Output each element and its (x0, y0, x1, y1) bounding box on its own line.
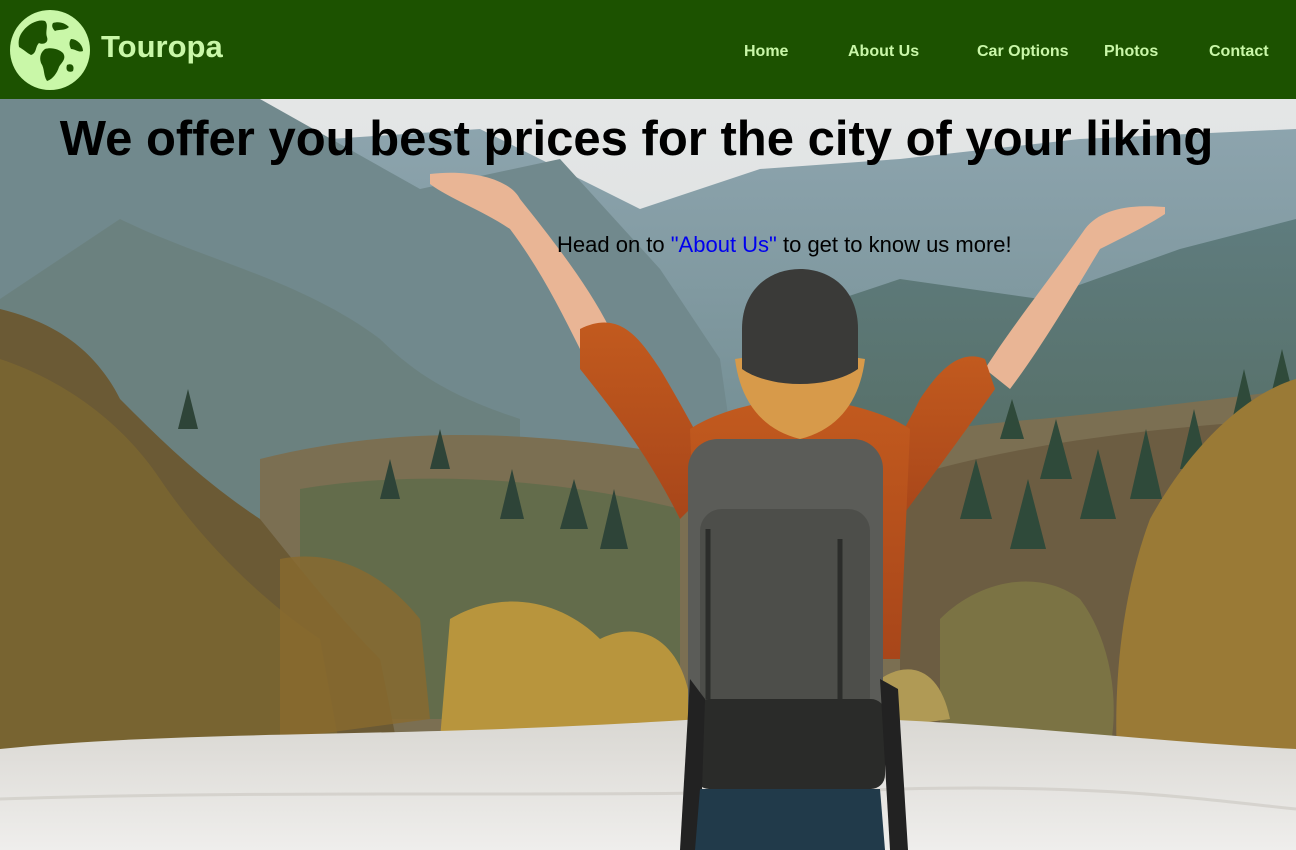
hero-background-image (0, 99, 1296, 850)
hero-subline-before: Head on to (557, 232, 671, 257)
navbar: Touropa Home About Us Car Options Photos… (0, 0, 1296, 99)
hero-subline-after: to get to know us more! (776, 232, 1012, 257)
hero-section: We offer you best prices for the city of… (0, 99, 1296, 850)
brand-name: Touropa (101, 29, 223, 64)
hero-subline: Head on to "About Us" to get to know us … (557, 231, 1012, 259)
nav-contact-link[interactable]: Contact (1209, 42, 1269, 62)
globe-icon[interactable] (9, 9, 91, 91)
nav-car-options-link[interactable]: Car Options (977, 42, 1069, 62)
hero-headline: We offer you best prices for the city of… (59, 112, 1214, 166)
about-us-inline-link[interactable]: "About Us" (671, 232, 777, 257)
nav-about-link[interactable]: About Us (848, 42, 919, 62)
nav-home-link[interactable]: Home (744, 42, 788, 62)
nav-photos-link[interactable]: Photos (1104, 42, 1158, 62)
